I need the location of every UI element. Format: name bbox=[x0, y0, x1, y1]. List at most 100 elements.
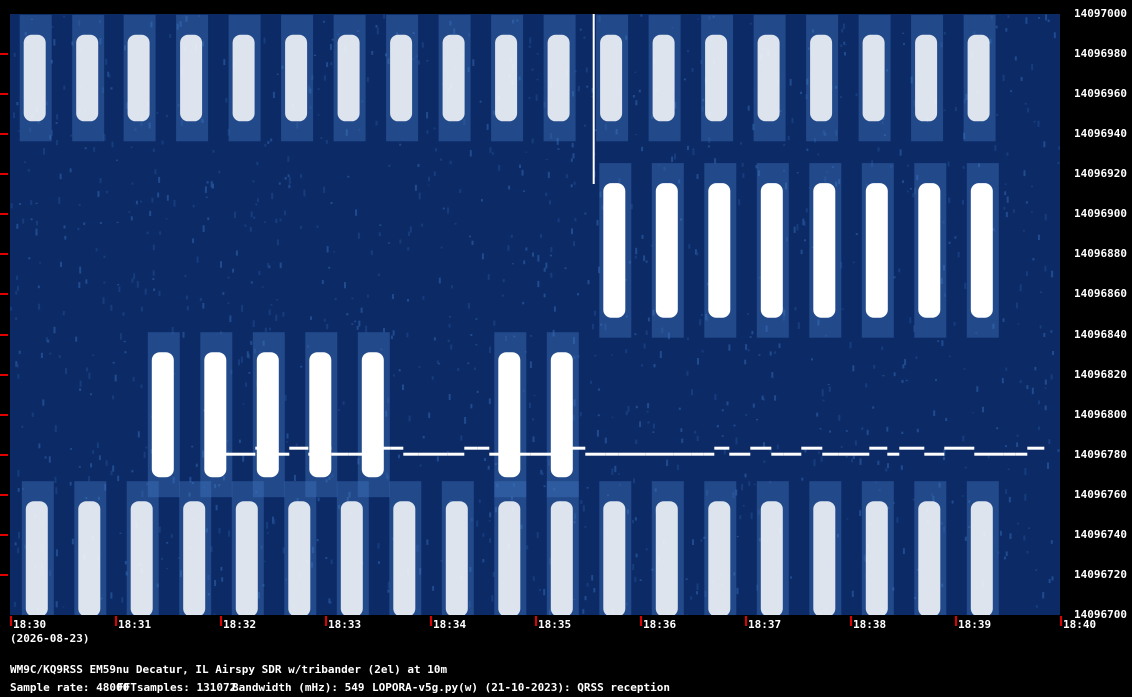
noise-speckle bbox=[169, 34, 172, 38]
noise-speckle bbox=[62, 606, 65, 608]
noise-speckle bbox=[690, 596, 693, 600]
noise-speckle bbox=[78, 204, 81, 206]
qrss-trace-segment bbox=[605, 452, 619, 456]
noise-speckle bbox=[447, 339, 450, 343]
noise-speckle bbox=[1057, 449, 1060, 452]
qrss-trace-segment bbox=[691, 452, 704, 456]
noise-speckle bbox=[733, 424, 736, 427]
noise-speckle bbox=[263, 37, 266, 44]
noise-speckle bbox=[212, 150, 215, 153]
qrss-trace-segment bbox=[714, 446, 730, 450]
noise-speckle bbox=[14, 542, 17, 546]
noise-speckle bbox=[116, 221, 119, 224]
signal-dit bbox=[495, 34, 518, 122]
noise-speckle bbox=[222, 292, 225, 295]
noise-speckle bbox=[741, 484, 744, 491]
noise-speckle bbox=[118, 286, 121, 292]
noise-speckle bbox=[635, 553, 638, 558]
noise-speckle bbox=[634, 517, 637, 521]
noise-speckle bbox=[1007, 15, 1010, 18]
noise-speckle bbox=[1026, 271, 1028, 276]
noise-speckle bbox=[653, 364, 656, 368]
noise-speckle bbox=[688, 244, 691, 249]
signal-dit bbox=[603, 501, 626, 615]
signal-dit bbox=[970, 501, 993, 615]
noise-speckle bbox=[1027, 108, 1030, 113]
noise-speckle bbox=[84, 147, 87, 150]
noise-speckle bbox=[131, 182, 134, 185]
noise-speckle bbox=[75, 336, 78, 342]
noise-speckle bbox=[427, 184, 430, 186]
noise-speckle bbox=[625, 349, 628, 354]
noise-speckle bbox=[328, 598, 331, 604]
noise-speckle bbox=[579, 412, 582, 417]
qrss-trace-segment bbox=[518, 452, 531, 456]
noise-speckle bbox=[131, 278, 134, 283]
noise-speckle bbox=[735, 437, 738, 445]
noise-speckle bbox=[17, 469, 20, 477]
noise-speckle bbox=[817, 153, 820, 156]
noise-speckle bbox=[635, 405, 638, 409]
noise-speckle bbox=[829, 430, 832, 433]
noise-speckle bbox=[828, 386, 831, 392]
noise-speckle bbox=[1025, 17, 1028, 24]
bandwidth: Bandwidth (mHz): 549 bbox=[232, 681, 365, 694]
noise-speckle bbox=[438, 363, 440, 365]
noise-speckle bbox=[750, 512, 753, 520]
qrss-trace-segment bbox=[255, 446, 278, 450]
noise-speckle bbox=[402, 384, 404, 390]
time-tick-mark bbox=[220, 616, 222, 626]
noise-speckle bbox=[1052, 351, 1054, 355]
noise-speckle bbox=[195, 463, 198, 467]
interference-spike bbox=[592, 14, 595, 184]
noise-speckle bbox=[27, 169, 30, 172]
noise-speckle bbox=[99, 178, 102, 184]
noise-speckle bbox=[317, 497, 320, 502]
noise-speckle bbox=[207, 217, 210, 220]
freq-tick-mark bbox=[0, 213, 8, 216]
noise-speckle bbox=[70, 134, 73, 137]
noise-speckle bbox=[742, 173, 745, 178]
noise-speckle bbox=[811, 358, 813, 361]
noise-speckle bbox=[813, 459, 816, 466]
noise-speckle bbox=[821, 389, 824, 397]
noise-speckle bbox=[1006, 152, 1009, 156]
noise-speckle bbox=[902, 548, 905, 554]
noise-speckle bbox=[202, 225, 205, 232]
noise-speckle bbox=[457, 367, 460, 371]
freq-tick-mark bbox=[0, 533, 8, 536]
noise-speckle bbox=[749, 22, 752, 25]
noise-speckle bbox=[78, 282, 81, 288]
noise-speckle bbox=[643, 255, 646, 261]
noise-speckle bbox=[244, 224, 247, 227]
noise-speckle bbox=[687, 337, 689, 340]
noise-speckle bbox=[1005, 489, 1008, 494]
noise-speckle bbox=[586, 583, 589, 587]
noise-speckle bbox=[479, 100, 482, 103]
noise-speckle bbox=[248, 372, 251, 374]
noise-speckle bbox=[961, 495, 964, 497]
noise-speckle bbox=[414, 184, 417, 191]
time-tick-mark bbox=[850, 616, 852, 626]
noise-speckle bbox=[165, 218, 168, 220]
noise-speckle bbox=[103, 255, 106, 258]
qrss-trace-segment bbox=[771, 452, 784, 456]
noise-speckle bbox=[707, 145, 710, 148]
noise-speckle bbox=[96, 442, 99, 448]
qrss-trace-segment bbox=[974, 452, 1004, 456]
noise-speckle bbox=[79, 266, 82, 274]
noise-speckle bbox=[323, 186, 326, 193]
noise-speckle bbox=[450, 285, 453, 289]
noise-speckle bbox=[1016, 442, 1019, 447]
noise-speckle bbox=[140, 306, 143, 312]
noise-speckle bbox=[736, 536, 739, 538]
noise-speckle bbox=[472, 59, 475, 67]
signal-dit bbox=[862, 34, 885, 122]
noise-speckle bbox=[1045, 14, 1048, 21]
noise-speckle bbox=[152, 270, 155, 276]
noise-speckle bbox=[13, 602, 16, 607]
noise-speckle bbox=[121, 597, 124, 603]
qrss-trace-segment bbox=[869, 446, 888, 450]
noise-speckle bbox=[557, 218, 560, 223]
noise-speckle bbox=[58, 355, 61, 358]
